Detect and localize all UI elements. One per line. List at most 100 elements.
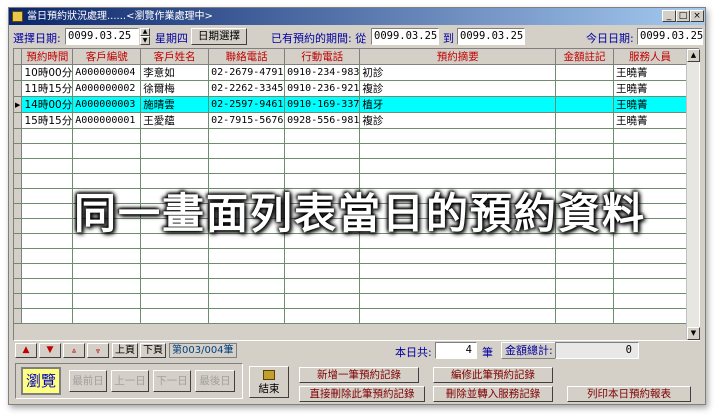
cell-mobile[interactable]: 0910-169-337 [284, 96, 361, 113]
col-header-phone[interactable]: 聯絡電話 [208, 49, 286, 65]
cell-staff[interactable] [613, 248, 687, 264]
cell-time[interactable] [21, 158, 74, 174]
row-indicator[interactable] [14, 80, 23, 97]
cell-time[interactable] [21, 263, 74, 279]
close-button[interactable]: × [690, 10, 704, 22]
row-indicator[interactable] [14, 263, 23, 279]
cell-cust-no[interactable]: A000000004 [72, 64, 142, 81]
prev-page-button[interactable]: 上頁 [112, 343, 138, 358]
table-row[interactable]: 10時00分 A000000004 李意如 02-2679-4791 0910-234-… [14, 64, 687, 81]
cell-phone[interactable]: 02-2679-4791 [208, 64, 286, 81]
cell-time[interactable]: 15時15分 [21, 112, 74, 129]
cell-cust-no[interactable] [72, 158, 142, 174]
col-header-staff[interactable]: 服務人員 [613, 49, 687, 65]
cell-amount[interactable] [555, 112, 614, 129]
cell-cust-no[interactable] [72, 263, 142, 279]
prev-record-icon[interactable]: ▼ [39, 343, 61, 358]
cell-phone[interactable] [208, 263, 286, 279]
cell-phone[interactable] [208, 308, 286, 324]
cell-name[interactable]: 施晴雲 [140, 96, 210, 113]
last-page-icon[interactable]: ⩔ [87, 343, 109, 358]
select-date-field[interactable]: 0099.03.25 [65, 28, 139, 45]
row-indicator[interactable] [14, 64, 23, 81]
cell-phone[interactable] [208, 128, 286, 144]
cell-name[interactable]: 徐爾梅 [140, 80, 210, 97]
cell-mobile[interactable] [284, 293, 361, 309]
cell-name[interactable] [140, 293, 210, 309]
cell-cust-no[interactable] [72, 128, 142, 144]
row-indicator[interactable] [14, 278, 23, 294]
cell-summary[interactable]: 初診 [359, 64, 557, 81]
cell-cust-no[interactable] [72, 293, 142, 309]
cell-summary[interactable] [359, 128, 557, 144]
delete-transfer-button[interactable]: 刪除並轉入服務記錄 [433, 386, 553, 402]
cell-time[interactable] [21, 143, 74, 159]
row-indicator[interactable] [14, 158, 23, 174]
col-header-summary[interactable]: 預約摘要 [359, 49, 557, 65]
cell-name[interactable]: 王愛蘊 [140, 112, 210, 129]
cell-phone[interactable]: 02-2262-3345 [208, 80, 286, 97]
cell-cust-no[interactable] [72, 308, 142, 324]
empty-table-row[interactable] [14, 308, 687, 324]
cell-staff[interactable]: 王曉菁 [613, 96, 687, 113]
cell-staff[interactable] [613, 308, 687, 324]
cell-name[interactable] [140, 278, 210, 294]
cell-phone[interactable]: 02-2597-9461 [208, 96, 286, 113]
cell-summary[interactable]: 複診 [359, 112, 557, 129]
cell-time[interactable] [21, 278, 74, 294]
cell-summary[interactable]: 複診 [359, 80, 557, 97]
cell-name[interactable] [140, 143, 210, 159]
cell-amount[interactable] [555, 96, 614, 113]
col-header-customer-no[interactable]: 客戶編號 [72, 49, 142, 65]
maximize-button[interactable]: □ [676, 10, 690, 22]
cell-summary[interactable] [359, 263, 557, 279]
cell-amount[interactable] [555, 158, 614, 174]
cell-name[interactable]: 李意如 [140, 64, 210, 81]
cell-amount[interactable] [555, 293, 614, 309]
row-indicator[interactable] [14, 128, 23, 144]
cell-staff[interactable] [613, 293, 687, 309]
next-day-button[interactable]: 下一日 [153, 370, 191, 392]
row-indicator[interactable] [14, 143, 23, 159]
exit-button[interactable]: 結束 [249, 366, 289, 398]
cell-cust-no[interactable]: A000000003 [72, 96, 142, 113]
cell-amount[interactable] [555, 64, 614, 81]
cell-summary[interactable] [359, 278, 557, 294]
cell-time[interactable]: 11時15分 [21, 80, 74, 97]
cell-phone[interactable] [208, 158, 286, 174]
table-row[interactable]: 11時15分 A000000002 徐爾梅 02-2262-3345 0910-236-… [14, 80, 687, 97]
scroll-down-icon[interactable]: ▼ [687, 327, 700, 340]
cell-mobile[interactable]: 0928-556-981 [284, 112, 361, 129]
cell-amount[interactable] [555, 143, 614, 159]
cell-time[interactable]: 10時00分 [21, 64, 74, 81]
cell-phone[interactable] [208, 278, 286, 294]
date-spin-up-icon[interactable]: ▲ [140, 28, 150, 36]
cell-phone[interactable]: 02-7915-5676 [208, 112, 286, 129]
date-pick-button[interactable]: 日期選擇 [191, 28, 247, 45]
edit-record-button[interactable]: 編修此筆預約記錄 [433, 367, 553, 383]
cell-phone[interactable] [208, 248, 286, 264]
cell-cust-no[interactable] [72, 278, 142, 294]
cell-name[interactable] [140, 128, 210, 144]
cell-mobile[interactable] [284, 248, 361, 264]
add-record-button[interactable]: 新增一筆預約記錄 [299, 367, 419, 383]
last-day-button[interactable]: 最後日 [195, 370, 235, 392]
cell-cust-no[interactable]: A000000001 [72, 112, 142, 129]
period-from-field[interactable]: 0099.03.25 [371, 28, 439, 45]
cell-staff[interactable] [613, 128, 687, 144]
scroll-up-icon[interactable]: ▲ [687, 49, 700, 62]
cell-summary[interactable] [359, 293, 557, 309]
table-row[interactable]: 15時15分 A000000001 王愛蘊 02-7915-5676 0928-556-… [14, 112, 687, 129]
cell-summary[interactable]: 植牙 [359, 96, 557, 113]
cell-amount[interactable] [555, 308, 614, 324]
first-record-icon[interactable]: ▲ [15, 343, 37, 358]
cell-mobile[interactable] [284, 128, 361, 144]
row-indicator[interactable] [14, 293, 23, 309]
cell-amount[interactable] [555, 128, 614, 144]
date-spin-down-icon[interactable]: ▼ [140, 36, 150, 45]
cell-mobile[interactable] [284, 143, 361, 159]
empty-table-row[interactable] [14, 143, 687, 159]
row-indicator[interactable] [14, 248, 23, 264]
cell-summary[interactable] [359, 158, 557, 174]
cell-summary[interactable] [359, 143, 557, 159]
